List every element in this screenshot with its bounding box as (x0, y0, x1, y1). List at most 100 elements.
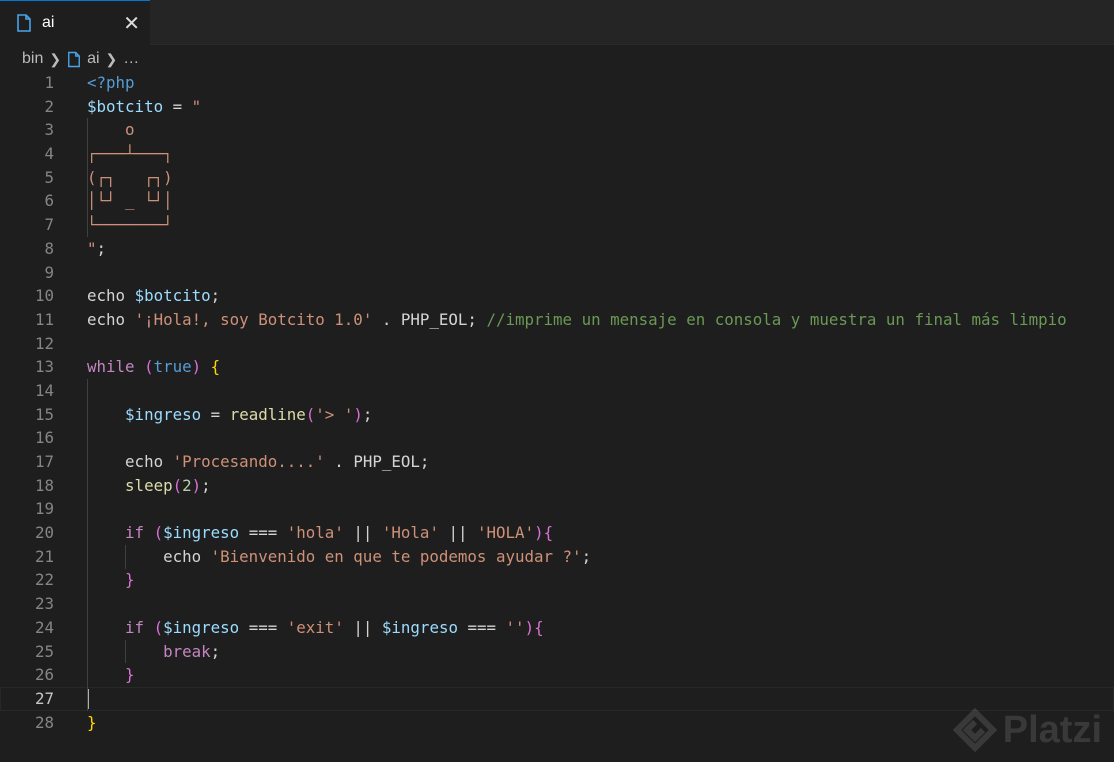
code-token: 2 (182, 475, 192, 495)
code-text: echo 'Bienvenido en que te podemos ayuda… (87, 545, 591, 569)
code-line[interactable]: 16 (0, 426, 1114, 450)
code-text: break; (87, 640, 220, 664)
code-token: ; (201, 475, 211, 495)
indent-guide (125, 545, 126, 569)
chevron-right-icon: ❯ (49, 50, 62, 67)
code-line[interactable]: 22 } (0, 568, 1114, 592)
code-text: "; (87, 237, 106, 261)
line-number: 26 (34, 665, 54, 685)
line-number: 14 (34, 380, 54, 400)
code-line[interactable]: 12 (0, 332, 1114, 356)
code-line[interactable]: 9 (0, 261, 1114, 285)
line-number: 18 (34, 475, 54, 495)
line-number: 13 (34, 357, 54, 377)
code-line[interactable]: 7 └───────┘ (0, 213, 1114, 237)
code-line[interactable]: 20 if ($ingreso === 'hola' || 'Hola' || … (0, 521, 1114, 545)
code-token: sleep (125, 475, 173, 495)
code-line[interactable]: 18 sleep(2); (0, 474, 1114, 498)
code-line[interactable]: 5 (┌┐ ┌┐) (0, 166, 1114, 190)
code-line[interactable]: 24 if ($ingreso === 'exit' || $ingreso =… (0, 616, 1114, 640)
line-number: 8 (44, 238, 54, 258)
code-token: o (87, 120, 135, 140)
code-text: ┌───┴───┐ (87, 142, 173, 166)
platzi-logo-icon (952, 708, 997, 752)
code-line[interactable]: 2 $botcito = " (0, 95, 1114, 119)
line-number: 10 (34, 286, 54, 306)
watermark-text: Platzi (1002, 708, 1102, 751)
code-line[interactable]: 4 ┌───┴───┐ (0, 142, 1114, 166)
code-line[interactable]: 6 │└┘ _ └┘│ (0, 189, 1114, 213)
code-token: || (343, 523, 382, 543)
code-token: readline (229, 404, 306, 424)
code-text: └───────┘ (87, 213, 173, 237)
code-text: │└┘ _ └┘│ (87, 189, 173, 213)
code-line[interactable]: 15 $ingreso = readline('> '); (0, 403, 1114, 427)
code-token: if (125, 523, 145, 543)
code-line[interactable]: 3 o (0, 118, 1114, 142)
code-token: ( (305, 404, 316, 424)
code-line[interactable]: 21 echo 'Bienvenido en que te podemos ay… (0, 545, 1114, 569)
line-number: 4 (44, 144, 54, 164)
code-line[interactable]: 11 echo '¡Hola!, soy Botcito 1.0' . PHP_E… (0, 308, 1114, 332)
tab-ai[interactable]: ai ✕ (0, 0, 150, 45)
code-token: $ingreso (125, 404, 202, 424)
code-line[interactable]: 25 break; (0, 640, 1114, 664)
code-token: $botcito (134, 286, 211, 306)
code-text: echo 'Procesando....' . PHP_EOL; (87, 450, 429, 474)
code-text: } (87, 663, 135, 687)
code-text: <?php (87, 71, 135, 95)
line-number: 7 (44, 215, 54, 235)
code-token: echo (87, 286, 135, 306)
indent-guide (125, 639, 126, 664)
code-line[interactable]: 28} (0, 711, 1114, 735)
breadcrumb-bin[interactable]: bin (22, 50, 43, 68)
code-token: $ingreso (381, 617, 458, 637)
code-token: ( (153, 617, 164, 637)
code-text: } (87, 711, 97, 735)
code-token: } (125, 570, 135, 590)
code-token: //imprime un mensaje en consola y muestr… (486, 309, 1067, 329)
breadcrumb-ai[interactable]: ai (87, 50, 99, 68)
code-token: = (163, 96, 192, 116)
code-token: } (87, 712, 97, 732)
line-number: 16 (34, 428, 54, 448)
line-number: 28 (34, 712, 54, 732)
code-token: 'exit' (286, 617, 344, 637)
code-token: { (210, 357, 221, 377)
code-line[interactable]: 17 echo 'Procesando....' . PHP_EOL; (0, 450, 1114, 474)
chevron-right-icon: ❯ (105, 50, 118, 67)
code-line[interactable]: 23 (0, 592, 1114, 616)
code-token: { (543, 523, 554, 543)
code-token: 'Bienvenido en que te podemos ayudar ?' (210, 546, 582, 566)
code-line[interactable]: 26 } (0, 663, 1114, 687)
code-token: || (343, 617, 382, 637)
platzi-watermark: Platzi (952, 708, 1102, 752)
code-line[interactable]: 27 (0, 687, 1114, 711)
line-number: 5 (44, 167, 54, 187)
line-number: 2 (44, 96, 54, 116)
code-line[interactable]: 19 (0, 497, 1114, 521)
line-number: 20 (34, 523, 54, 543)
code-token: if (125, 617, 145, 637)
code-text: } (87, 568, 135, 592)
code-token: echo (87, 452, 173, 471)
code-token: │└┘ _ └┘│ (87, 191, 173, 211)
code-editor[interactable]: 1 <?php 2 $botcito = " 3 o 4 ┌───┴───┐ 5 (┌┐ ┌┐)… (0, 71, 1114, 734)
code-line[interactable]: 8 "; (0, 237, 1114, 261)
code-token: ; (210, 641, 221, 661)
code-line[interactable]: 1 <?php (0, 71, 1114, 95)
breadcrumb-more[interactable]: … (123, 50, 139, 68)
file-icon (17, 14, 31, 32)
code-text: echo '¡Hola!, soy Botcito 1.0' . PHP_EOL… (87, 308, 1067, 332)
code-line[interactable]: 14 (0, 379, 1114, 403)
code-line[interactable]: 10 echo $botcito; (0, 284, 1114, 308)
line-number: 27 (34, 688, 54, 708)
close-icon[interactable]: ✕ (123, 11, 140, 36)
breadcrumb: bin ❯ ai ❯ … (22, 48, 139, 70)
code-token: ; (210, 286, 221, 306)
code-token: 'Procesando....' (172, 452, 325, 471)
code-token: || (438, 523, 478, 543)
code-line[interactable]: 13 while (true) { (0, 355, 1114, 379)
